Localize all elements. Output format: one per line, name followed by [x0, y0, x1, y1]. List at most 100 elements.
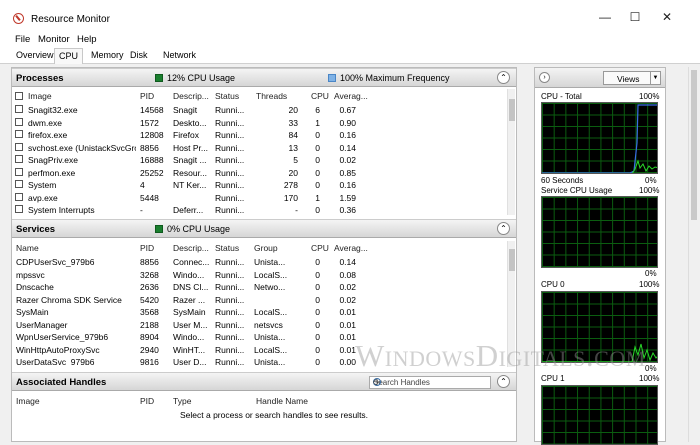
graph-pct-top: 100%: [639, 280, 660, 289]
graph-label-service-cpu: Service CPU Usage: [541, 186, 613, 195]
row-checkbox[interactable]: [15, 105, 23, 113]
search-handles-input[interactable]: Search Handles ⟳: [369, 376, 491, 389]
table-row[interactable]: svchost.exe (UnistackSvcGro... 8856 Host P…: [12, 142, 506, 155]
col-cpu[interactable]: CPU: [311, 243, 329, 253]
tab-disk[interactable]: Disk: [130, 50, 148, 60]
expand-arrow-icon[interactable]: ›: [539, 72, 550, 83]
graph-pct-bottom: 0%: [645, 176, 657, 185]
cell-group: Unista...: [254, 357, 286, 366]
row-checkbox[interactable]: [15, 192, 23, 201]
tab-memory[interactable]: Memory: [91, 50, 124, 60]
handles-header[interactable]: Associated Handles Search Handles ⟳ ⌃: [12, 372, 516, 391]
maximize-button[interactable]: ☐: [620, 8, 650, 26]
processes-scrollbar[interactable]: [507, 89, 515, 215]
table-row[interactable]: dwm.exe 1572 Deskto... Runni... 33 1 0.90: [12, 117, 506, 130]
table-row[interactable]: SnagPriv.exe 16888 Snagit ... Runni... 5 0 0.0…: [12, 154, 506, 167]
graphs-scrollbar[interactable]: [688, 67, 698, 442]
col-group[interactable]: Group: [254, 243, 278, 253]
table-row[interactable]: Dnscache 2636 DNS Cl... Runni... Netwo... 0 0.…: [12, 281, 506, 294]
cell-name: mpssvc: [16, 269, 45, 280]
table-row[interactable]: System 4 NT Ker... Runni... 278 0 0.16: [12, 179, 506, 192]
menu-monitor[interactable]: Monitor: [38, 34, 70, 45]
table-row[interactable]: Razer Chroma SDK Service 5420 Razer ... Run…: [12, 294, 506, 307]
col-pid[interactable]: PID: [140, 396, 154, 406]
graphs-panel: › Views ▼ CPU - Total 100% 60 Seconds 0%…: [534, 67, 666, 445]
table-row[interactable]: firefox.exe 12808 Firefox Runni... 84 0 0.16: [12, 129, 506, 142]
table-row[interactable]: CDPUserSvc_979b6 8856 Connec... Runni... Uni…: [12, 256, 506, 269]
table-row[interactable]: perfmon.exe 25252 Resour... Runni... 20 0 0.85: [12, 167, 506, 180]
row-checkbox[interactable]: [15, 130, 23, 138]
col-type[interactable]: Type: [173, 396, 191, 406]
col-pid[interactable]: PID: [140, 91, 154, 101]
tab-overview[interactable]: Overview: [16, 50, 54, 60]
col-status[interactable]: Status: [215, 91, 239, 101]
cell-threads: 33: [288, 117, 298, 128]
collapse-icon[interactable]: ⌃: [497, 71, 510, 84]
col-image[interactable]: Image: [28, 91, 52, 101]
tab-network[interactable]: Network: [163, 50, 196, 60]
collapse-icon[interactable]: ⌃: [497, 222, 510, 235]
cell-status: Runni...: [215, 205, 245, 215]
cell-pid: 25252: [140, 167, 164, 178]
cell-pid: 5448: [140, 192, 159, 203]
col-cpu[interactable]: CPU: [311, 91, 329, 101]
row-checkbox[interactable]: [15, 142, 23, 151]
col-threads[interactable]: Threads: [256, 91, 287, 101]
row-checkbox[interactable]: [15, 117, 23, 126]
table-row[interactable]: UserManager 2188 User M... Runni... netsvcs 0…: [12, 319, 506, 332]
cell-description: Deferr...: [173, 205, 204, 215]
cell-name: UserManager: [16, 319, 68, 330]
cell-average-cpu: 0.67: [339, 105, 356, 115]
cell-name: WpnUserService_979b6: [16, 332, 109, 342]
row-checkbox[interactable]: [15, 180, 23, 188]
row-checkbox[interactable]: [15, 167, 23, 176]
menu-file[interactable]: File: [15, 34, 30, 45]
cell-cpu: 1: [315, 192, 320, 203]
processes-scroll-thumb[interactable]: [509, 99, 515, 121]
cell-image: System: [28, 180, 57, 190]
cell-status: Runni...: [215, 142, 245, 153]
col-description[interactable]: Descrip...: [173, 91, 209, 101]
cell-status: Runni...: [215, 167, 245, 178]
select-all-checkbox[interactable]: [15, 92, 23, 100]
table-row[interactable]: Snagit32.exe 14568 Snagit Runni... 20 6 0.67: [12, 104, 506, 117]
refresh-icon[interactable]: ⟳: [373, 378, 489, 387]
graphs-scroll-thumb[interactable]: [691, 70, 697, 220]
graph-pct-top: 100%: [639, 92, 660, 101]
cell-cpu: 0: [315, 307, 320, 317]
col-name[interactable]: Name: [16, 243, 39, 253]
table-row[interactable]: mpssvc 3268 Windo... Runni... LocalS... 0 0.08: [12, 269, 506, 282]
col-description[interactable]: Descrip...: [173, 243, 209, 253]
chevron-down-icon[interactable]: ▼: [650, 72, 660, 84]
close-button[interactable]: ✕: [652, 8, 682, 26]
cell-average-cpu: 0.14: [339, 142, 356, 153]
menu-help[interactable]: Help: [77, 34, 97, 45]
col-pid[interactable]: PID: [140, 243, 154, 253]
collapse-icon[interactable]: ⌃: [497, 375, 510, 388]
processes-header[interactable]: Processes 12% CPU Usage 100% Maximum Fre…: [12, 68, 516, 87]
services-header[interactable]: Services 0% CPU Usage ⌃: [12, 219, 516, 238]
table-row[interactable]: avp.exe 5448 Runni... 170 1 1.59: [12, 192, 506, 205]
views-label: Views: [617, 74, 640, 84]
table-row[interactable]: WpnUserService_979b6 8904 Windo... Runni...…: [12, 331, 506, 344]
cell-threads: 20: [288, 105, 298, 115]
tab-cpu[interactable]: CPU: [54, 48, 84, 64]
processes-list: Snagit32.exe 14568 Snagit Runni... 20 6 0.67 dw…: [12, 104, 506, 216]
col-status[interactable]: Status: [215, 243, 239, 253]
row-checkbox[interactable]: [15, 155, 23, 163]
services-scroll-thumb[interactable]: [509, 249, 515, 271]
col-image[interactable]: Image: [16, 396, 40, 406]
views-dropdown[interactable]: Views ▼: [603, 71, 661, 85]
minimize-button[interactable]: —: [590, 8, 620, 26]
col-average-cpu[interactable]: Averag...: [334, 243, 368, 253]
cell-average-cpu: 0.16: [339, 130, 356, 140]
table-row[interactable]: UserDataSvc_979b6 9816 User D... Runni... Un…: [12, 356, 506, 366]
row-checkbox[interactable]: [15, 205, 23, 213]
table-row[interactable]: SysMain 3568 SysMain Runni... LocalS... 0 0.01: [12, 306, 506, 319]
cell-cpu: 0: [315, 257, 320, 267]
table-row[interactable]: System Interrupts - Deferr... Runni... - 0 0.3…: [12, 204, 506, 216]
col-average-cpu[interactable]: Averag...: [334, 91, 368, 101]
services-scrollbar[interactable]: [507, 241, 515, 367]
table-row[interactable]: WinHttpAutoProxySvc 2940 WinHT... Runni... L…: [12, 344, 506, 357]
col-handle-name[interactable]: Handle Name: [256, 396, 308, 406]
